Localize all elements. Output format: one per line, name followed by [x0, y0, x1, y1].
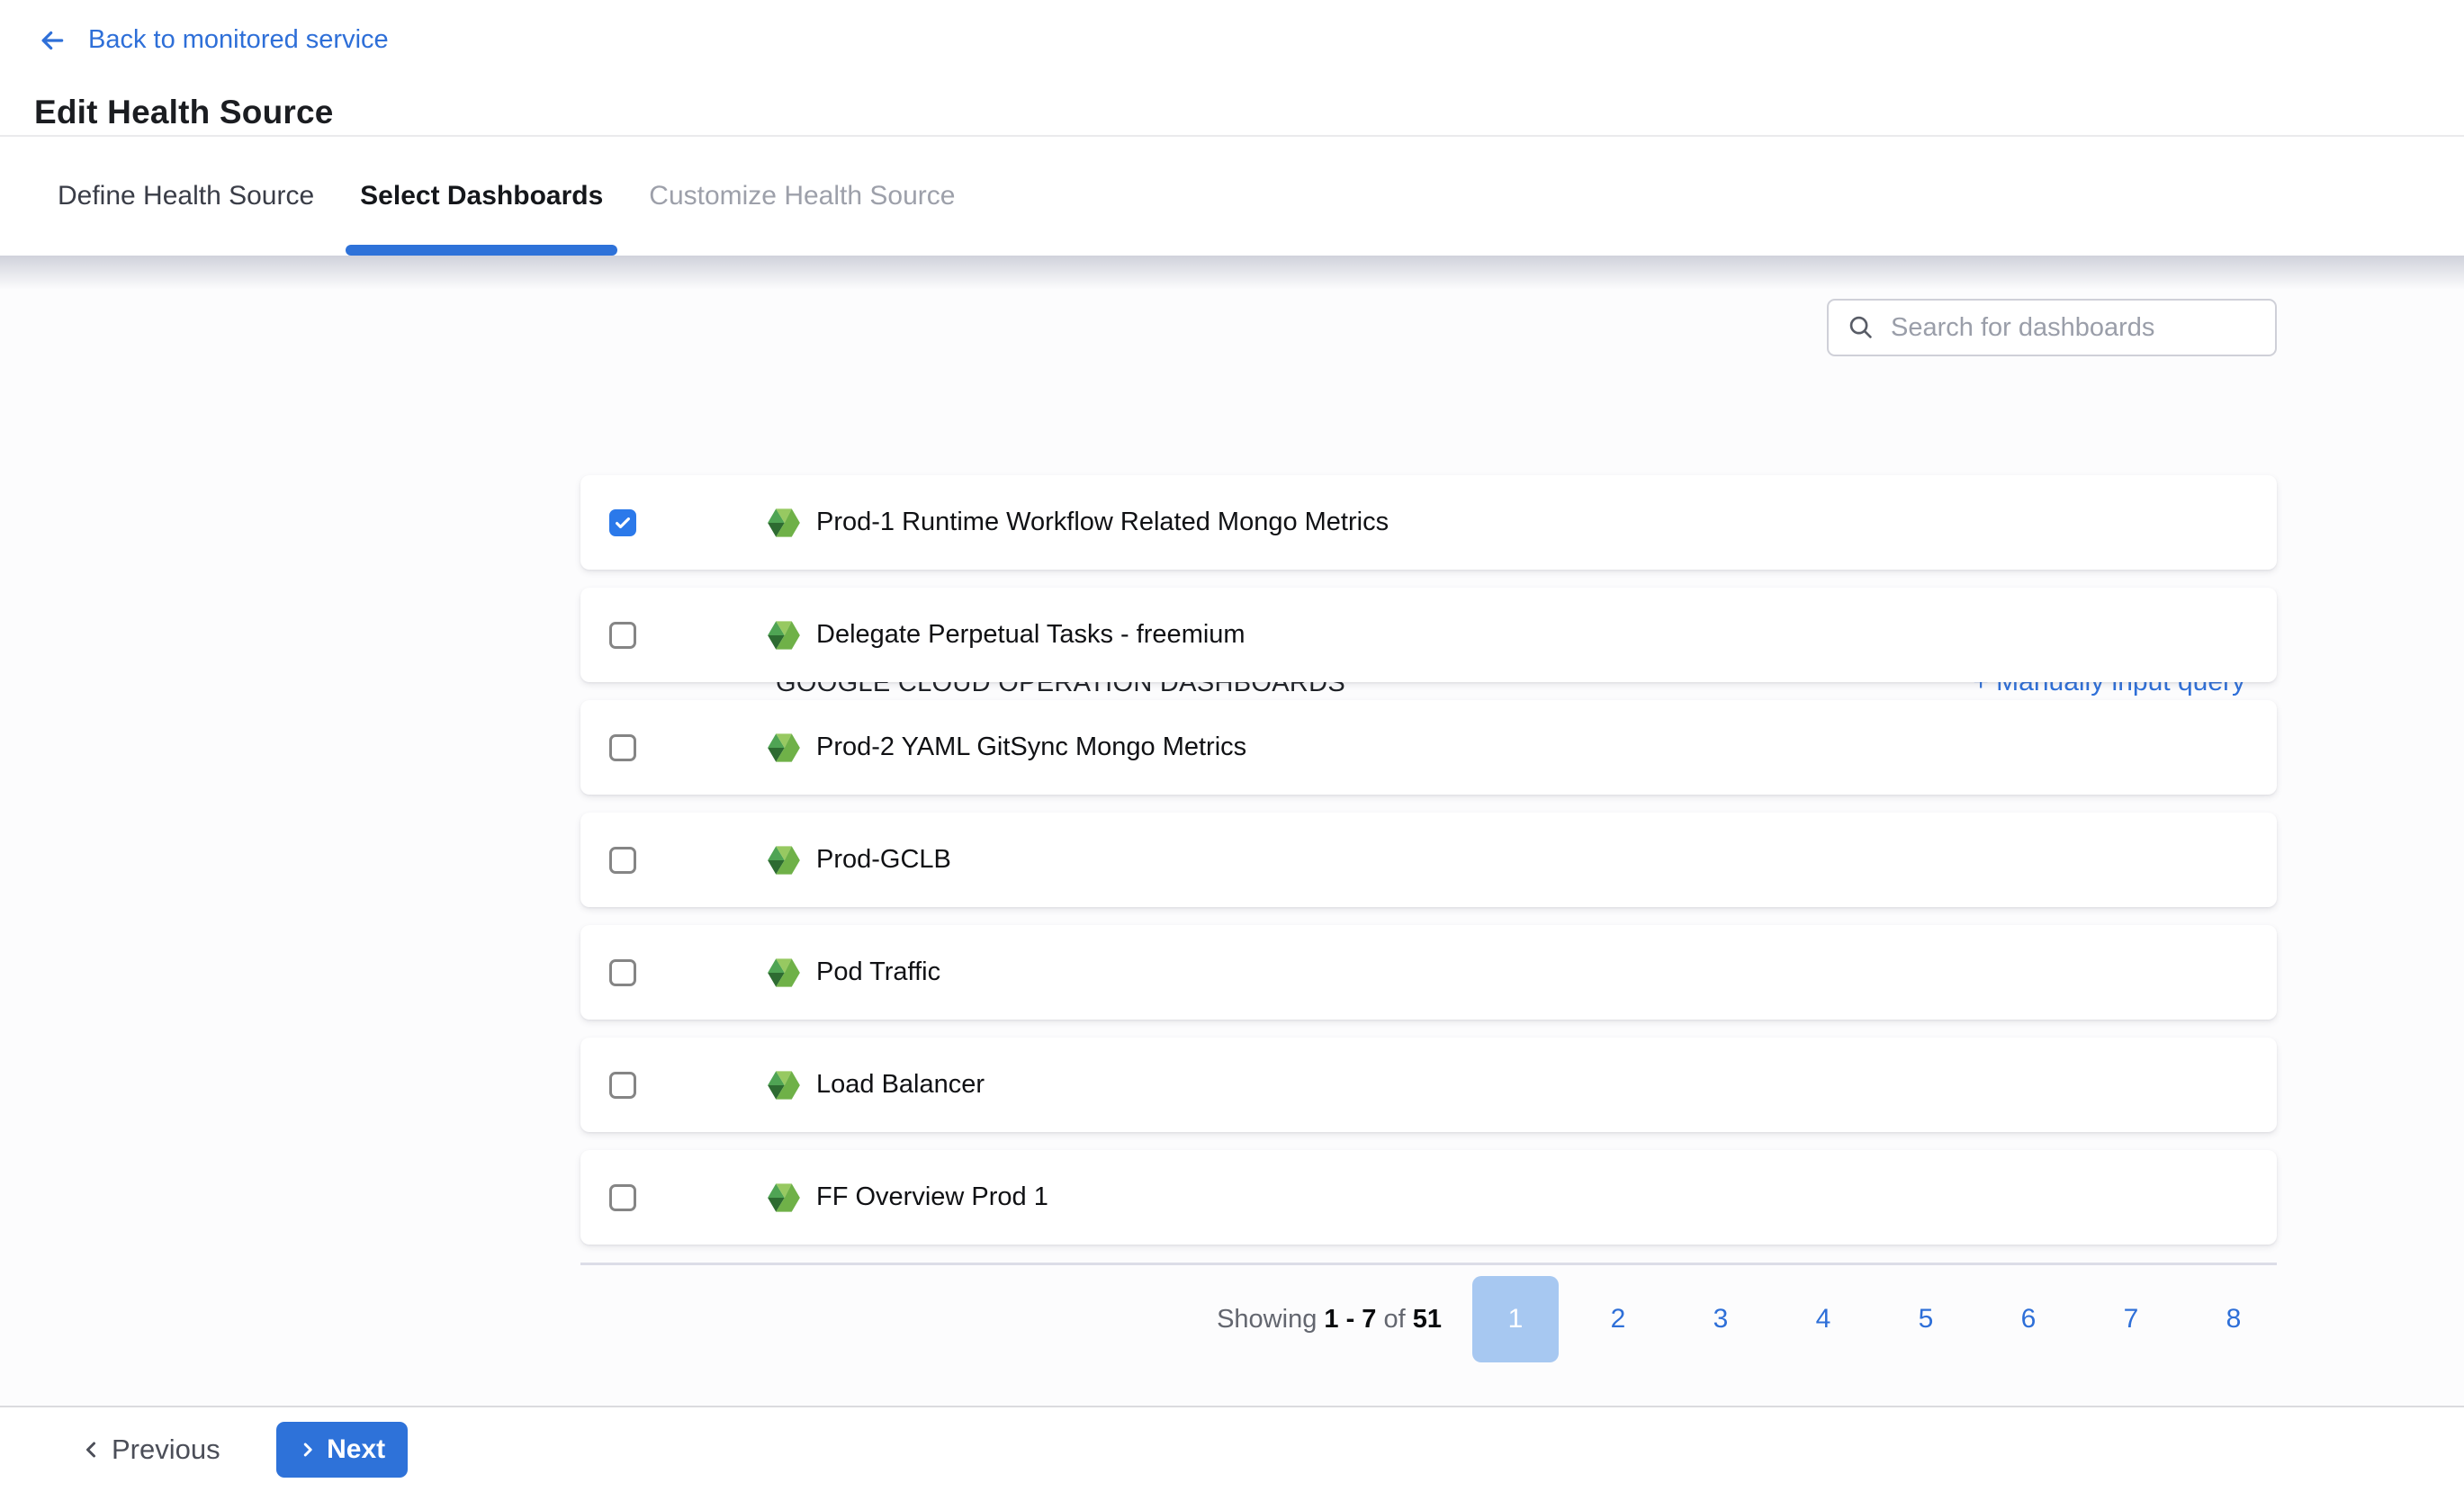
dashboard-checkbox[interactable]	[609, 734, 636, 761]
back-link[interactable]: Back to monitored service	[36, 25, 389, 55]
google-cloud-dashboard-icon	[767, 617, 801, 653]
next-button[interactable]: Next	[276, 1422, 408, 1478]
tab-select-dashboards[interactable]: Select Dashboards	[358, 137, 605, 256]
chevron-left-icon	[81, 1438, 103, 1461]
dashboard-label: Delegate Perpetual Tasks - freemium	[816, 620, 1245, 650]
showing-range: 1 - 7	[1324, 1305, 1376, 1334]
dashboard-checkbox[interactable]	[609, 847, 636, 874]
dashboard-row[interactable]: Prod-2 YAML GitSync Mongo Metrics	[580, 700, 2277, 795]
dashboard-checkbox[interactable]	[609, 509, 636, 536]
google-cloud-dashboard-icon	[767, 1180, 801, 1216]
page-button-2[interactable]: 2	[1575, 1276, 1661, 1362]
page-button-4[interactable]: 4	[1780, 1276, 1866, 1362]
dashboard-checkbox[interactable]	[609, 959, 636, 986]
dashboard-checkbox[interactable]	[609, 1184, 636, 1211]
back-link-label: Back to monitored service	[88, 25, 389, 55]
dashboard-label: Prod-1 Runtime Workflow Related Mongo Me…	[816, 508, 1389, 537]
google-cloud-dashboard-icon	[767, 1067, 801, 1103]
previous-label: Previous	[112, 1434, 220, 1466]
check-icon	[613, 513, 633, 533]
edit-health-source-screen: Back to monitored service Edit Health So…	[0, 0, 2464, 1492]
content-area: GOOGLE CLOUD OPERATION DASHBOARDS + Manu…	[0, 256, 2464, 1406]
search-icon	[1847, 313, 1875, 342]
next-label: Next	[327, 1434, 385, 1465]
dashboard-label: Pod Traffic	[816, 957, 940, 987]
dashboard-row[interactable]: Delegate Perpetual Tasks - freemium	[580, 588, 2277, 682]
page-button-5[interactable]: 5	[1883, 1276, 1969, 1362]
of-label: of	[1383, 1305, 1405, 1334]
page-button-6[interactable]: 6	[1985, 1276, 2072, 1362]
arrow-left-icon	[36, 26, 68, 55]
list-bottom-divider	[580, 1263, 2277, 1265]
dashboard-search[interactable]	[1827, 299, 2277, 356]
dashboard-row[interactable]: Prod-1 Runtime Workflow Related Mongo Me…	[580, 475, 2277, 570]
pagination-summary: Showing 1 - 7 of 51	[1217, 1305, 1442, 1335]
google-cloud-dashboard-icon	[767, 955, 801, 991]
dashboard-checkbox[interactable]	[609, 1072, 636, 1099]
google-cloud-dashboard-icon	[767, 505, 801, 541]
search-input[interactable]	[1889, 312, 2275, 344]
dashboard-row[interactable]: FF Overview Prod 1	[580, 1150, 2277, 1245]
tab-customize-health-source[interactable]: Customize Health Source	[647, 137, 957, 256]
dashboard-label: Load Balancer	[816, 1070, 985, 1100]
google-cloud-dashboard-icon	[767, 730, 801, 766]
footer-bar: Previous Next	[0, 1406, 2464, 1492]
tab-define-health-source[interactable]: Define Health Source	[56, 137, 316, 256]
tabbar-shadow	[0, 256, 2464, 290]
page-button-1[interactable]: 1	[1472, 1276, 1559, 1362]
page-button-8[interactable]: 8	[2190, 1276, 2277, 1362]
dashboard-label: Prod-2 YAML GitSync Mongo Metrics	[816, 733, 1246, 762]
page-button-3[interactable]: 3	[1677, 1276, 1764, 1362]
tab-bar: Define Health Source Select Dashboards C…	[0, 135, 2464, 256]
dashboard-row[interactable]: Prod-GCLB	[580, 813, 2277, 907]
dashboard-list: Prod-1 Runtime Workflow Related Mongo Me…	[580, 475, 2277, 1265]
chevron-right-icon	[298, 1439, 318, 1461]
dashboard-label: FF Overview Prod 1	[816, 1182, 1048, 1212]
dashboard-row[interactable]: Pod Traffic	[580, 925, 2277, 1020]
page-button-7[interactable]: 7	[2088, 1276, 2174, 1362]
page-title: Edit Health Source	[34, 94, 334, 131]
showing-label: Showing	[1217, 1305, 1317, 1334]
dashboard-label: Prod-GCLB	[816, 845, 951, 875]
header: Back to monitored service Edit Health So…	[0, 0, 2464, 135]
previous-button[interactable]: Previous	[81, 1434, 220, 1466]
pagination: Showing 1 - 7 of 51 12345678	[1217, 1276, 2277, 1362]
dashboard-checkbox[interactable]	[609, 622, 636, 649]
google-cloud-dashboard-icon	[767, 842, 801, 878]
showing-total: 51	[1413, 1305, 1442, 1334]
dashboard-row[interactable]: Load Balancer	[580, 1038, 2277, 1132]
